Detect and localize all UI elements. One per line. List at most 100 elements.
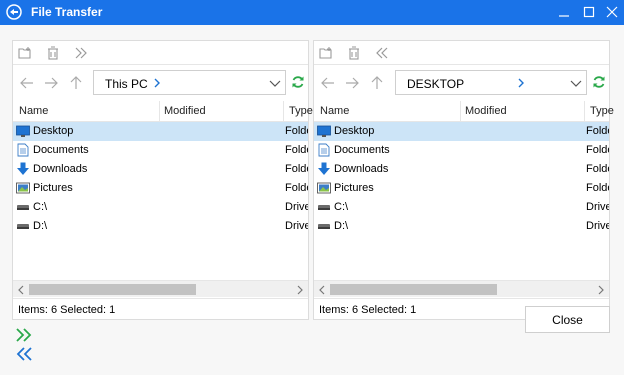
file-name: Downloads	[33, 163, 88, 175]
right-path-combobox[interactable]: DESKTOP	[395, 70, 587, 95]
column-divider[interactable]	[159, 101, 160, 122]
title-bar: File Transfer	[0, 0, 624, 25]
file-name: Desktop	[334, 125, 375, 137]
close-button[interactable]: Close	[525, 306, 610, 333]
right-path-text: DESKTOP	[407, 77, 465, 91]
scroll-right-icon[interactable]	[595, 284, 607, 296]
delete-icon[interactable]	[346, 45, 362, 61]
column-divider[interactable]	[460, 101, 461, 122]
column-header-name[interactable]: Name	[320, 105, 349, 117]
column-divider[interactable]	[283, 101, 284, 122]
back-arrow-icon[interactable]	[19, 75, 35, 91]
scroll-right-icon[interactable]	[294, 284, 306, 296]
file-name: C:\	[334, 201, 349, 213]
chevron-down-icon[interactable]	[269, 78, 281, 88]
file-name: Pictures	[33, 182, 73, 194]
chevron-down-icon[interactable]	[570, 78, 582, 88]
forward-arrow-icon[interactable]	[344, 75, 360, 91]
list-item[interactable]: Documents Folder	[314, 141, 609, 160]
drive-icon	[318, 224, 330, 229]
list-item[interactable]: Documents Folder	[13, 141, 308, 160]
file-name: Desktop	[33, 125, 74, 137]
send-right-icon[interactable]	[73, 45, 89, 61]
minimize-button[interactable]	[552, 0, 576, 25]
column-header-modified[interactable]: Modified	[465, 105, 507, 117]
breadcrumb-chevron-icon[interactable]	[152, 77, 162, 89]
file-type: Folder	[586, 144, 609, 156]
scroll-left-icon[interactable]	[316, 284, 328, 296]
left-toolbar	[13, 41, 308, 65]
column-header-name[interactable]: Name	[19, 105, 48, 117]
list-item[interactable]: Pictures Folder	[13, 179, 308, 198]
left-column-headers: Name Modified Type	[13, 101, 313, 122]
file-name: C:\	[33, 201, 48, 213]
status-text: Items: 6 Selected: 1	[18, 304, 116, 316]
right-nav-row: DESKTOP	[314, 65, 609, 101]
file-name: Documents	[33, 144, 89, 156]
list-item[interactable]: D:\ Drive	[314, 217, 609, 236]
column-header-type[interactable]: Type	[590, 105, 614, 117]
right-toolbar	[314, 41, 609, 65]
status-text: Items: 6 Selected: 1	[319, 304, 417, 316]
left-file-pane: This PC Name Modified Type Desktop Folde…	[12, 40, 313, 320]
horizontal-scrollbar[interactable]	[13, 280, 308, 297]
maximize-icon	[583, 6, 595, 18]
left-path-text: This PC	[105, 77, 148, 91]
file-type: Drive	[586, 220, 609, 232]
column-header-type[interactable]: Type	[289, 105, 313, 117]
column-divider[interactable]	[584, 101, 585, 122]
scroll-left-icon[interactable]	[15, 284, 27, 296]
list-item[interactable]: Desktop Folder	[314, 122, 609, 141]
column-header-modified[interactable]: Modified	[164, 105, 206, 117]
horizontal-scrollbar[interactable]	[314, 280, 609, 297]
list-item[interactable]: C:\ Drive	[314, 198, 609, 217]
up-arrow-icon[interactable]	[369, 75, 385, 91]
refresh-icon[interactable]	[592, 75, 606, 89]
list-item[interactable]: Desktop Folder	[13, 122, 308, 141]
delete-icon[interactable]	[45, 45, 61, 61]
file-name: Pictures	[334, 182, 374, 194]
left-nav-row: This PC	[13, 65, 308, 101]
new-folder-icon[interactable]	[318, 45, 334, 61]
file-type: Drive	[285, 220, 308, 232]
right-column-headers: Name Modified Type	[314, 101, 614, 122]
file-type: Folder	[285, 163, 308, 175]
download-icon	[17, 162, 29, 175]
scrollbar-thumb[interactable]	[29, 284, 196, 295]
left-path-combobox[interactable]: This PC	[93, 70, 286, 95]
file-type: Folder	[285, 144, 308, 156]
list-item[interactable]: Pictures Folder	[314, 179, 609, 198]
up-arrow-icon[interactable]	[68, 75, 84, 91]
close-window-button[interactable]	[600, 0, 624, 25]
file-type: Folder	[586, 125, 609, 137]
list-item[interactable]: D:\ Drive	[13, 217, 308, 236]
drive-icon	[17, 224, 29, 229]
copy-to-right-icon[interactable]	[15, 327, 33, 343]
left-file-list: Desktop Folder Documents Folder Download…	[13, 122, 308, 280]
right-file-list: Desktop Folder Documents Folder Download…	[314, 122, 609, 280]
download-icon	[318, 162, 330, 175]
new-folder-icon[interactable]	[17, 45, 33, 61]
list-item[interactable]: Downloads Folder	[314, 160, 609, 179]
drive-icon	[318, 205, 330, 210]
left-status-bar: Items: 6 Selected: 1	[13, 298, 308, 320]
maximize-button[interactable]	[577, 0, 601, 25]
scrollbar-thumb[interactable]	[330, 284, 497, 295]
back-arrow-icon[interactable]	[320, 75, 336, 91]
forward-arrow-icon[interactable]	[43, 75, 59, 91]
file-type: Folder	[586, 163, 609, 175]
app-logo-icon	[6, 4, 22, 20]
copy-to-left-icon[interactable]	[15, 346, 33, 362]
file-name: D:\	[33, 220, 48, 232]
minimize-icon	[559, 15, 569, 17]
file-name: Downloads	[334, 163, 389, 175]
document-icon	[318, 143, 330, 157]
desktop-icon	[16, 125, 30, 137]
send-left-icon[interactable]	[374, 45, 390, 61]
list-item[interactable]: Downloads Folder	[13, 160, 308, 179]
breadcrumb-chevron-icon[interactable]	[516, 77, 526, 89]
refresh-icon[interactable]	[291, 75, 305, 89]
file-type: Folder	[586, 182, 609, 194]
list-item[interactable]: C:\ Drive	[13, 198, 308, 217]
file-name: Documents	[334, 144, 390, 156]
